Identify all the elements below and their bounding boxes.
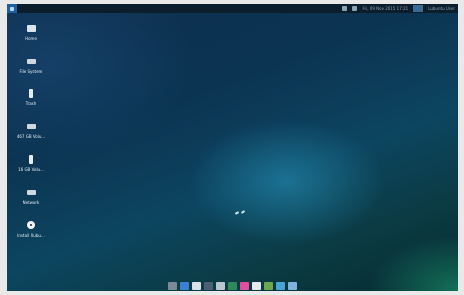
desktop-icon-label: Home bbox=[25, 36, 37, 41]
top-panel: Fri, 09 Nov 2015 17:21 Lubuntu User bbox=[7, 4, 458, 13]
network-icon[interactable] bbox=[342, 6, 348, 11]
user-menu[interactable]: Lubuntu User bbox=[428, 4, 455, 13]
system-tray: Fri, 09 Nov 2015 17:21 Lubuntu User bbox=[342, 4, 458, 13]
terminal-icon[interactable] bbox=[227, 281, 237, 290]
media-player-icon[interactable] bbox=[203, 281, 213, 290]
desktop-screen: Fri, 09 Nov 2015 17:21 Lubuntu User Home… bbox=[7, 4, 458, 291]
document-icon[interactable] bbox=[251, 281, 261, 290]
desktop-icon-label: Install Xubu... bbox=[17, 233, 45, 238]
desktop-icon-home[interactable]: Home bbox=[16, 22, 46, 46]
photo-viewer-icon[interactable] bbox=[215, 281, 225, 290]
desktop-icon-label: Network bbox=[22, 200, 40, 205]
workspace-switcher[interactable] bbox=[413, 5, 424, 12]
folder-home-icon bbox=[26, 24, 36, 32]
desktop-icon-network[interactable]: Network bbox=[16, 186, 46, 210]
usb-drive-icon bbox=[29, 154, 33, 164]
show-desktop-icon[interactable] bbox=[167, 281, 177, 290]
desktop-icon-install[interactable]: Install Xubu... bbox=[16, 219, 46, 243]
desktop-icon-file-system[interactable]: File System bbox=[16, 55, 46, 79]
trash-icon bbox=[29, 88, 33, 98]
clock[interactable]: Fri, 09 Nov 2015 17:21 bbox=[362, 4, 408, 13]
desktop-icon-label: 467 GB Volu... bbox=[16, 134, 46, 139]
desktop-icon-volume-467[interactable]: 467 GB Volu... bbox=[16, 120, 46, 144]
dock bbox=[159, 280, 305, 291]
browser-icon[interactable] bbox=[179, 281, 189, 290]
network-drive-icon bbox=[26, 189, 36, 195]
desktop-logo bbox=[234, 209, 247, 217]
desktop-icon-label: 16 GB Volu... bbox=[18, 167, 44, 172]
mail-icon[interactable] bbox=[191, 281, 201, 290]
software-icon[interactable] bbox=[263, 281, 273, 290]
desktop-icon-volume-16[interactable]: 16 GB Volu... bbox=[16, 153, 46, 177]
desktop-icon-label: Trash bbox=[25, 101, 37, 106]
whisker-menu-button[interactable] bbox=[7, 4, 17, 13]
drive-icon bbox=[26, 123, 36, 129]
music-icon[interactable] bbox=[239, 281, 249, 290]
install-disc-icon bbox=[27, 221, 35, 229]
volume-icon[interactable] bbox=[352, 6, 358, 11]
desktop-icon-trash[interactable]: Trash bbox=[16, 87, 46, 111]
drive-icon bbox=[26, 58, 36, 64]
image-editor-icon[interactable] bbox=[275, 281, 285, 290]
files-icon[interactable] bbox=[287, 281, 297, 290]
desktop-icon-label: File System bbox=[19, 69, 43, 74]
